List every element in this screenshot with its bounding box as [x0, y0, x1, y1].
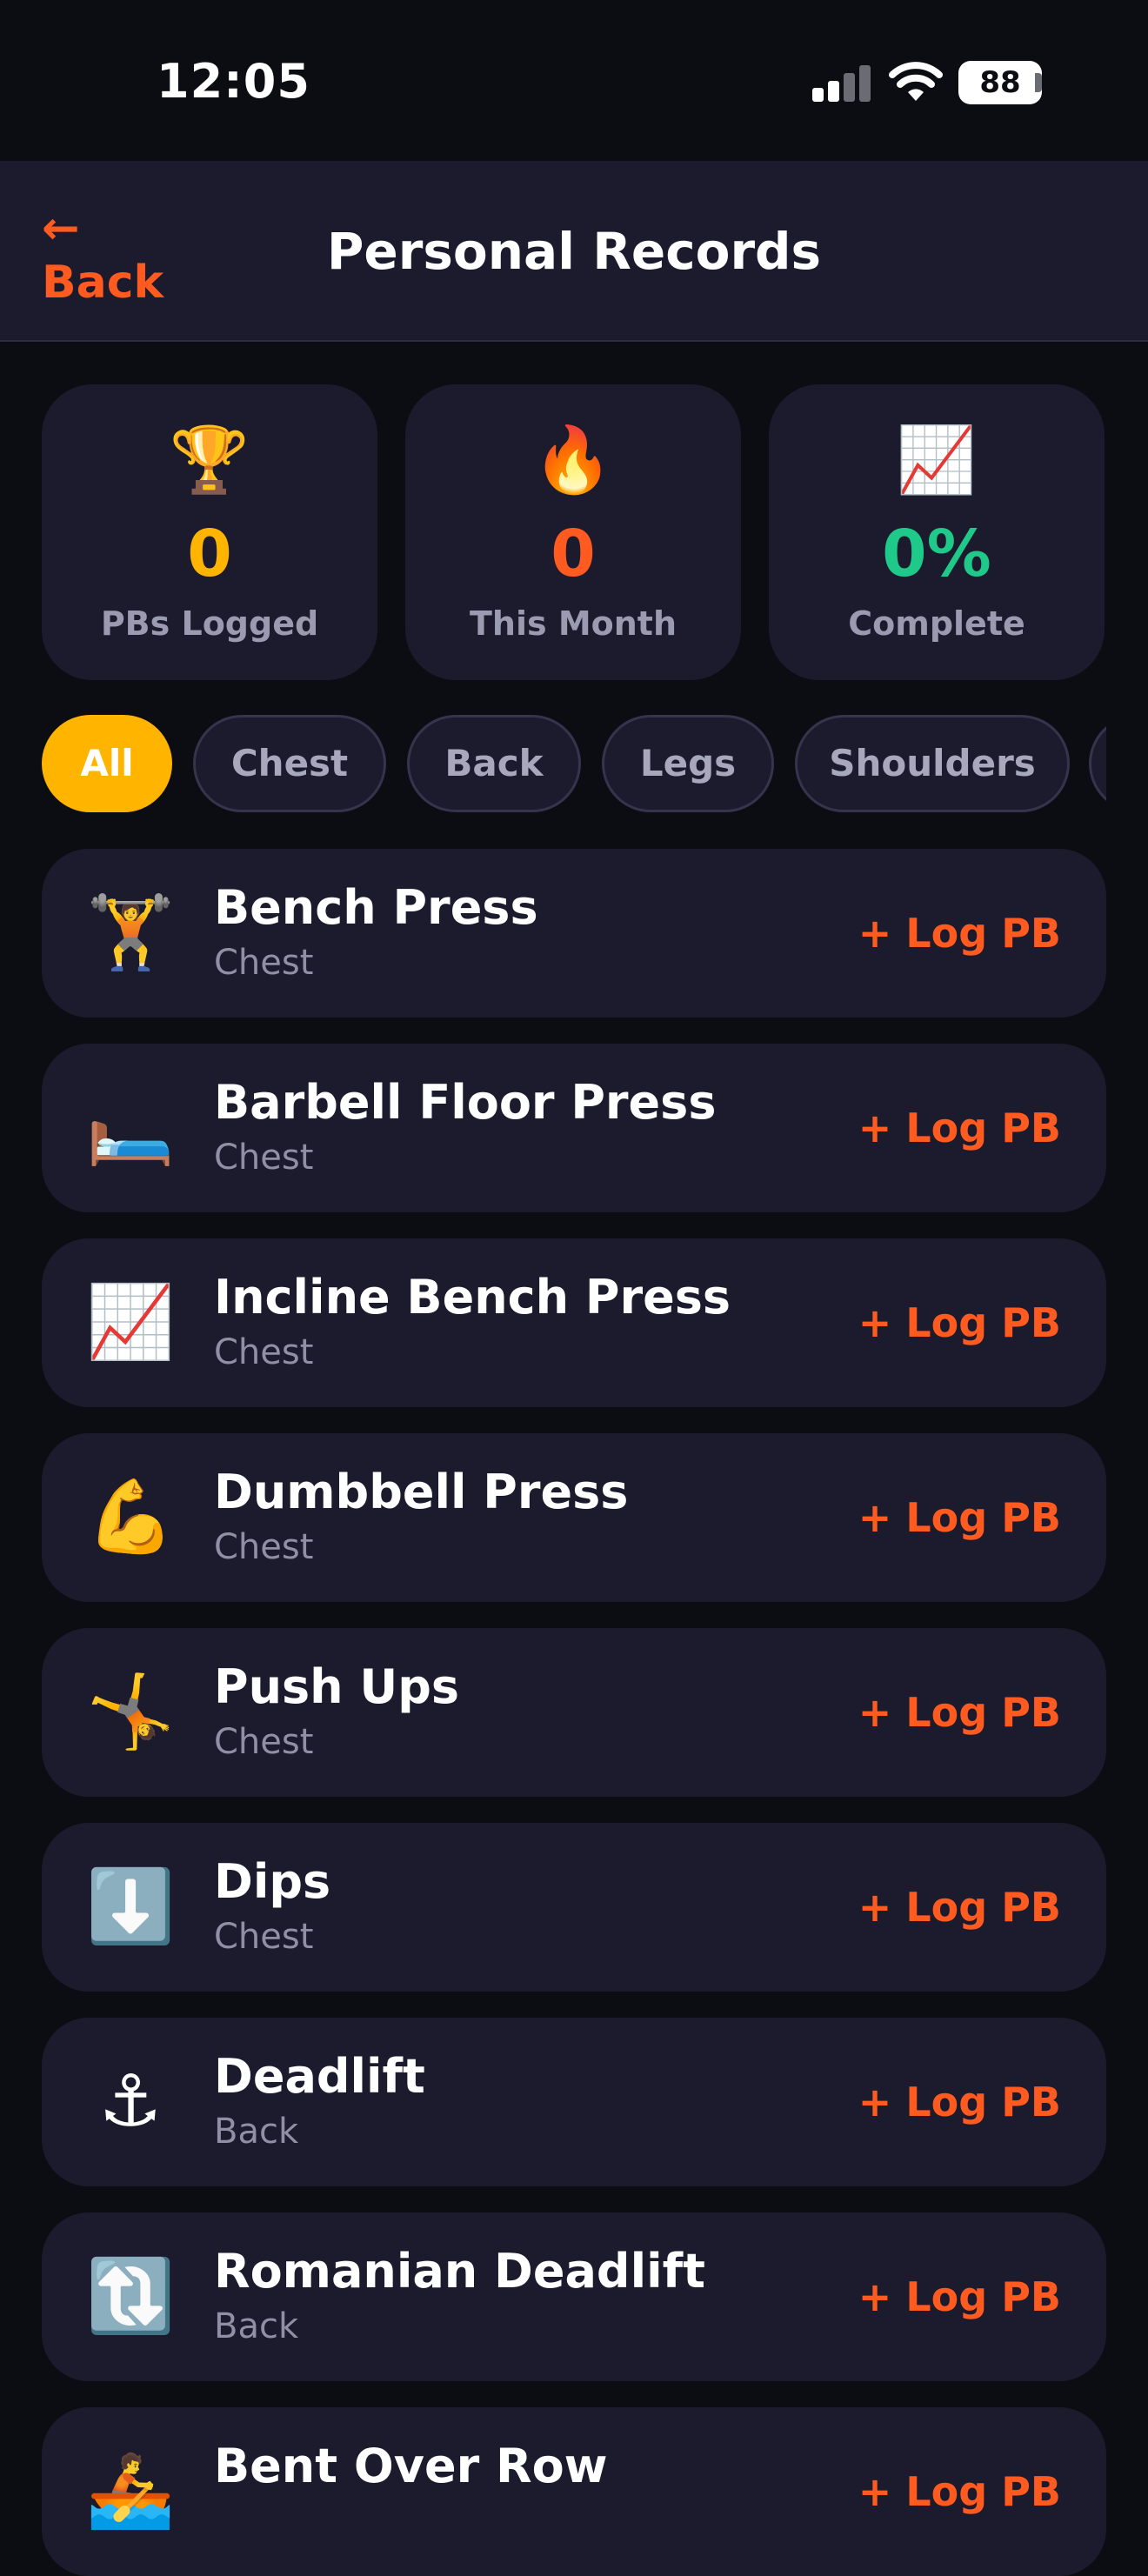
exercise-name: Deadlift	[214, 2049, 425, 2104]
exercise-name: Romanian Deadlift	[214, 2244, 705, 2299]
filter-chip-legs[interactable]: Legs	[602, 715, 774, 812]
trophy-icon: 🏆	[169, 423, 250, 497]
back-arrow-icon: ←	[42, 203, 80, 255]
stat-value: 0	[187, 517, 232, 591]
exercise-row-bench-press[interactable]: 🏋️ Bench Press Chest + Log PB	[42, 849, 1106, 1018]
nav-header: Personal Records ← Back	[0, 161, 1148, 342]
exercise-row-deadlift[interactable]: ⚓ Deadlift Back + Log PB	[42, 2018, 1106, 2186]
exercise-row-push-ups[interactable]: 🤸 Push Ups Chest + Log PB	[42, 1628, 1106, 1797]
muscle-group-filter: All Chest Back Legs Shoulders	[42, 715, 1106, 814]
log-pb-button[interactable]: + Log PB	[858, 1100, 1061, 1156]
filter-chip-chest[interactable]: Chest	[193, 715, 386, 812]
stat-label: PBs Logged	[100, 604, 319, 643]
exercise-name: Push Ups	[214, 1659, 460, 1714]
exercise-row-dumbbell-press[interactable]: 💪 Dumbbell Press Chest + Log PB	[42, 1433, 1106, 1602]
battery-cap	[1035, 73, 1042, 92]
chart-increasing-icon: 📈	[896, 423, 978, 497]
exercise-name: Dumbbell Press	[214, 1465, 629, 1519]
clockwise-arrows-icon: 🔃	[85, 2255, 176, 2338]
stat-value: 0%	[882, 517, 991, 591]
wifi-icon	[889, 62, 943, 101]
exercise-row-bent-over-row[interactable]: 🚣 Bent Over Row + Log PB	[42, 2407, 1106, 2576]
anchor-icon: ⚓	[98, 2060, 163, 2143]
rowing-icon: 🚣	[85, 2450, 176, 2533]
stat-card-pbs-logged: 🏆 0 PBs Logged	[42, 384, 377, 680]
stat-label: Complete	[848, 604, 1025, 643]
exercise-muscle-group: Chest	[214, 1917, 314, 1957]
log-pb-button[interactable]: + Log PB	[858, 1879, 1061, 1935]
exercise-row-barbell-floor-press[interactable]: 🛏️ Barbell Floor Press Chest + Log PB	[42, 1044, 1106, 1212]
exercise-name: Dips	[214, 1854, 331, 1909]
exercise-row-romanian-deadlift[interactable]: 🔃 Romanian Deadlift Back + Log PB	[42, 2212, 1106, 2381]
log-pb-button[interactable]: + Log PB	[858, 1295, 1061, 1351]
log-pb-button[interactable]: + Log PB	[858, 1685, 1061, 1740]
exercise-muscle-group: Chest	[214, 1527, 314, 1567]
exercise-muscle-group: Back	[214, 2112, 299, 2152]
exercise-muscle-group: Chest	[214, 1332, 314, 1372]
exercise-name: Barbell Floor Press	[214, 1075, 717, 1130]
stat-value: 0	[551, 517, 596, 591]
status-time: 12:05	[157, 54, 310, 109]
log-pb-button[interactable]: + Log PB	[858, 2464, 1061, 2519]
filter-chip-more[interactable]	[1089, 715, 1106, 812]
exercise-muscle-group: Chest	[214, 943, 314, 983]
log-pb-button[interactable]: + Log PB	[858, 2074, 1061, 2130]
exercise-muscle-group: Chest	[214, 1138, 314, 1178]
battery-icon: 88	[958, 61, 1042, 104]
down-arrow-icon: ⬇️	[85, 1865, 176, 1948]
exercise-row-dips[interactable]: ⬇️ Dips Chest + Log PB	[42, 1823, 1106, 1992]
back-label: Back	[42, 257, 164, 309]
stat-label: This Month	[469, 604, 677, 643]
log-pb-button[interactable]: + Log PB	[858, 1490, 1061, 1545]
cellular-signal-icon	[812, 65, 871, 102]
exercise-name: Incline Bench Press	[214, 1270, 731, 1325]
log-pb-button[interactable]: + Log PB	[858, 2269, 1061, 2325]
chart-increasing-icon: 📈	[85, 1281, 176, 1364]
exercise-row-incline-bench-press[interactable]: 📈 Incline Bench Press Chest + Log PB	[42, 1238, 1106, 1407]
filter-chip-all[interactable]: All	[42, 715, 172, 812]
log-pb-button[interactable]: + Log PB	[858, 905, 1061, 961]
status-bar: 12:05 88	[0, 0, 1148, 161]
stat-card-this-month: 🔥 0 This Month	[405, 384, 741, 680]
cartwheel-icon: 🤸	[85, 1671, 176, 1753]
back-button[interactable]: ← Back	[42, 203, 190, 309]
weightlifter-icon: 🏋️	[85, 891, 176, 974]
exercise-muscle-group: Chest	[214, 1722, 314, 1762]
fire-icon: 🔥	[532, 423, 614, 497]
filter-chip-shoulders[interactable]: Shoulders	[795, 715, 1070, 812]
filter-chip-back[interactable]: Back	[407, 715, 581, 812]
exercise-name: Bent Over Row	[214, 2439, 608, 2493]
stat-card-complete: 📈 0% Complete	[769, 384, 1105, 680]
exercise-muscle-group: Back	[214, 2306, 299, 2346]
exercise-name: Bench Press	[214, 880, 538, 935]
bed-icon: 🛏️	[85, 1086, 176, 1169]
flexed-biceps-icon: 💪	[85, 1476, 176, 1558]
